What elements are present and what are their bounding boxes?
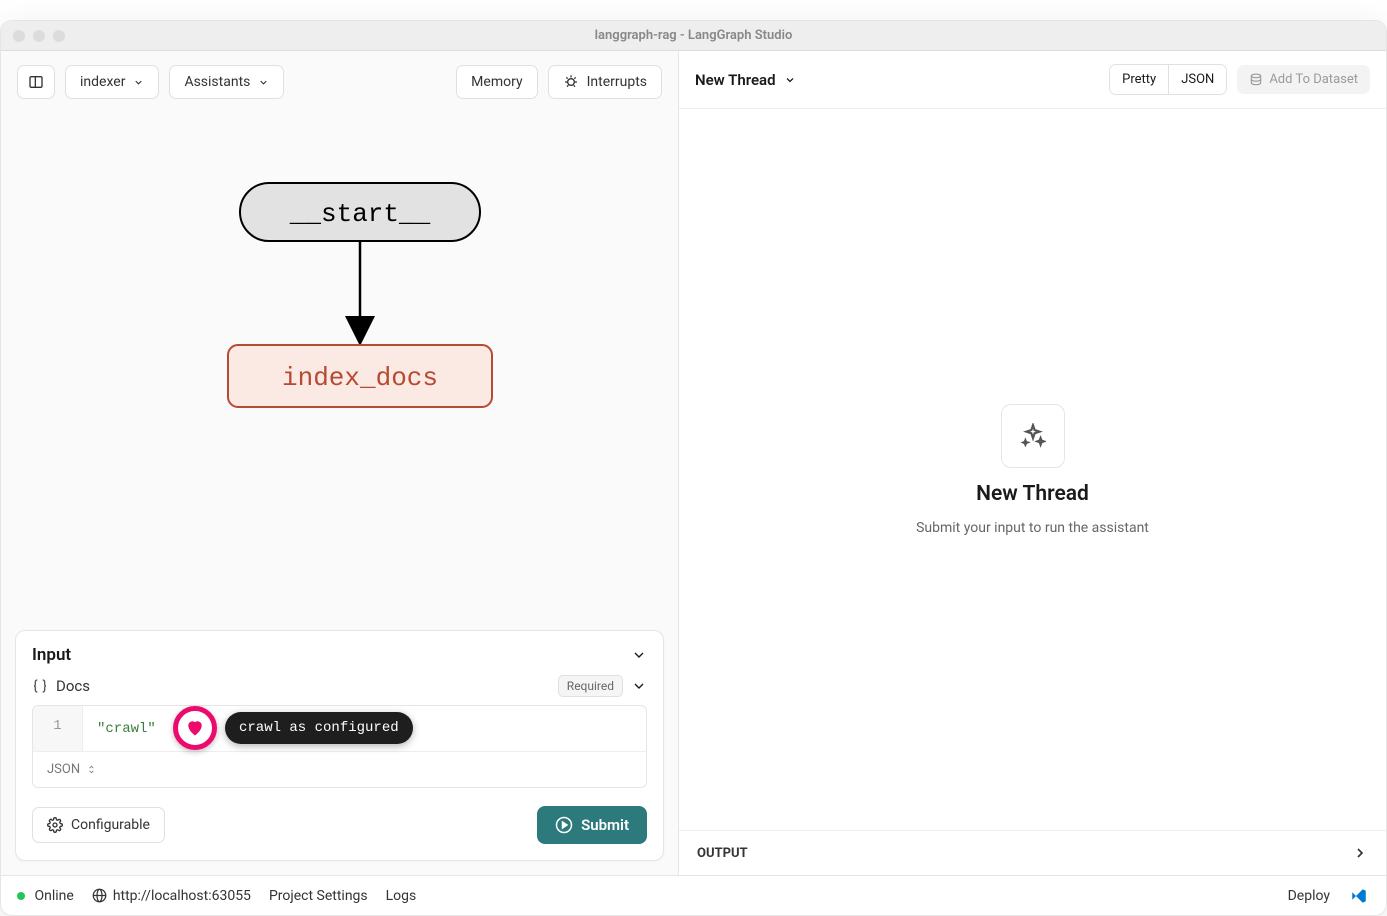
right-pane: New Thread Pretty JSON Add To Dataset Ne… (679, 51, 1386, 875)
docs-row: Docs Required (32, 675, 647, 697)
code-editor[interactable]: 1 "crawl" crawl as configured (32, 705, 647, 751)
gutter: 1 (33, 706, 83, 751)
braces-icon (32, 678, 48, 694)
json-toggle[interactable]: JSON (1169, 65, 1226, 94)
configurable-button[interactable]: Configurable (32, 807, 165, 843)
chevron-down-icon[interactable] (631, 647, 647, 663)
graph-node-index-docs-label: index_docs (281, 363, 437, 393)
graph-canvas[interactable]: __start__ index_docs (1, 113, 678, 616)
empty-subtitle: Submit your input to run the assistant (916, 520, 1149, 536)
editor-mode-selector[interactable]: JSON (32, 751, 647, 788)
gear-icon (47, 817, 63, 833)
submit-label: Submit (581, 816, 629, 834)
graph-node-start-label: __start__ (288, 199, 430, 229)
add-to-dataset-button[interactable]: Add To Dataset (1237, 65, 1370, 94)
bug-icon (563, 74, 579, 90)
chevron-down-icon (133, 77, 144, 88)
view-toggle: Pretty JSON (1109, 64, 1227, 95)
code-value: "crawl" (97, 721, 156, 737)
input-header: Input (32, 645, 647, 665)
interrupts-button[interactable]: Interrupts (548, 65, 662, 99)
add-to-dataset-label: Add To Dataset (1269, 72, 1358, 87)
panel-icon (28, 74, 44, 90)
toggle-sidebar-button[interactable] (17, 65, 55, 99)
graph-selector-dropdown[interactable]: indexer (65, 65, 159, 99)
thread-label: New Thread (695, 71, 776, 89)
heart-badge[interactable] (173, 706, 217, 750)
sparkle-icon (1020, 423, 1046, 449)
heart-icon (185, 718, 205, 738)
required-badge: Required (558, 675, 623, 697)
graph-selector-label: indexer (80, 74, 125, 90)
window-title: langgraph-rag - LangGraph Studio (1, 28, 1386, 43)
play-circle-icon (555, 816, 573, 834)
output-section-toggle[interactable]: OUTPUT (679, 830, 1386, 875)
memory-label: Memory (471, 74, 522, 90)
annotation: crawl as configured (173, 706, 413, 750)
configurable-label: Configurable (71, 817, 150, 833)
assistants-dropdown[interactable]: Assistants (169, 65, 284, 99)
memory-button[interactable]: Memory (456, 65, 537, 99)
panel-footer: Configurable Submit (32, 806, 647, 844)
right-toolbar: New Thread Pretty JSON Add To Dataset (679, 51, 1386, 109)
sort-icon (86, 764, 97, 775)
output-label: OUTPUT (697, 846, 748, 861)
line-number: 1 (53, 718, 61, 734)
app-window: langgraph-rag - LangGraph Studio indexer… (0, 20, 1387, 916)
annotation-tooltip: crawl as configured (225, 712, 413, 744)
chevron-right-icon (1352, 845, 1368, 861)
statusbar: Online http://localhost:63055 Project Se… (1, 875, 1386, 915)
assistants-label: Assistants (184, 74, 250, 90)
input-panel: Input Docs Required 1 "crawl" (15, 630, 664, 861)
input-title: Input (32, 645, 71, 665)
chevron-down-icon (784, 74, 796, 86)
empty-title: New Thread (976, 482, 1089, 506)
chevron-down-icon[interactable] (631, 678, 647, 694)
left-toolbar: indexer Assistants Memory Interrupts (1, 51, 678, 113)
thread-dropdown[interactable]: New Thread (695, 71, 796, 89)
docs-label: Docs (56, 677, 90, 695)
submit-button[interactable]: Submit (537, 806, 647, 844)
editor-mode-label: JSON (47, 762, 80, 777)
content: indexer Assistants Memory Interrupts (1, 51, 1386, 875)
right-body: New Thread Submit your input to run the … (679, 109, 1386, 830)
database-icon (1249, 73, 1263, 87)
interrupts-label: Interrupts (587, 74, 647, 90)
left-pane: indexer Assistants Memory Interrupts (1, 51, 679, 875)
chevron-down-icon (258, 77, 269, 88)
titlebar: langgraph-rag - LangGraph Studio (1, 21, 1386, 51)
sparkle-box (1001, 404, 1065, 468)
pretty-toggle[interactable]: Pretty (1110, 65, 1169, 94)
graph-svg: __start__ index_docs (140, 173, 540, 493)
